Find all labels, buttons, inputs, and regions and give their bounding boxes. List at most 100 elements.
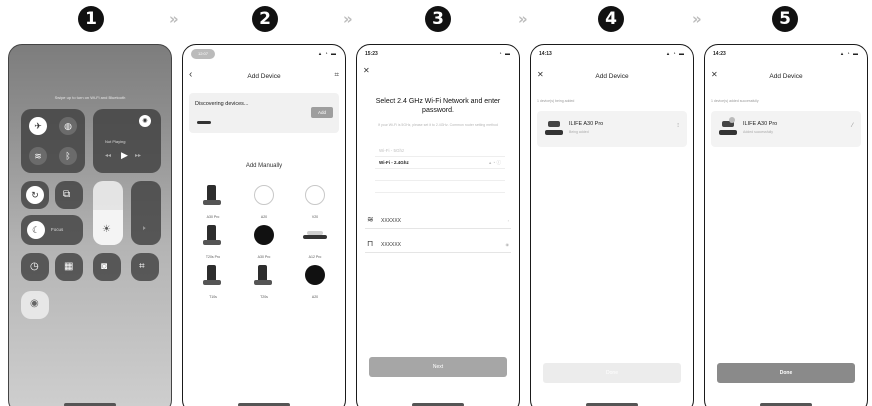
edit-icon[interactable]: ⁄ — [852, 123, 853, 129]
robot-vacuum-icon — [197, 121, 211, 124]
device-label: T20s — [260, 295, 268, 299]
phone-control-center: Swipe up to turn on Wi-Fi and Bluetooth … — [8, 44, 172, 406]
device-item[interactable]: T20s — [244, 265, 284, 299]
discovering-card: Discovering devices... Add — [189, 93, 339, 133]
now-playing-tile: ◉ Not Playing ◂◂ ▶ ▸▸ — [93, 109, 161, 173]
moon-icon: ☾ — [27, 221, 45, 239]
device-name: ILIFE A30 Pro — [743, 121, 778, 127]
calculator-icon: ▦ — [64, 261, 74, 272]
done-button[interactable]: Done — [543, 363, 681, 383]
step-number-1: 1 — [78, 6, 104, 32]
status-time: 14:13 — [539, 51, 552, 57]
rotation-lock-icon: ↻ — [26, 186, 44, 204]
page-title: Add Device — [247, 73, 281, 80]
device-item[interactable]: A12 Pro — [295, 225, 335, 259]
robot-vacuum-icon — [719, 121, 737, 135]
record-tile[interactable]: ◉ — [21, 291, 49, 319]
loading-icon: ⁝ — [677, 123, 679, 129]
status-time: 14:23 — [713, 51, 726, 57]
camera-icon: ◙ — [101, 261, 108, 272]
airplane-icon[interactable]: ✈ — [29, 117, 47, 135]
wifi-network-item[interactable]: Wi-Fi - 5Ghz — [375, 145, 505, 157]
success-badge-icon — [729, 117, 735, 123]
status-bar: 15:23 ◔ ▬ — [365, 51, 511, 59]
status-bar: 14:13 ▴ ◔ ▬ — [539, 51, 685, 59]
wifi-hint: If your Wi-Fi is 5GHz, please set it to … — [378, 123, 498, 127]
device-item[interactable]: A30 Pro — [244, 225, 284, 259]
done-button[interactable]: Done — [717, 363, 855, 383]
cellular-icon[interactable]: ◍ — [59, 117, 77, 135]
phone-device-added: 14:23 ▴ ◔ ▬ ✕ Add Device 1 device(s) add… — [704, 44, 868, 406]
separator-arrow: » — [518, 10, 528, 28]
device-label: T20s Pro — [205, 255, 221, 259]
now-playing-label: Not Playing — [105, 139, 126, 144]
camera-tile[interactable]: ◙ — [93, 253, 121, 281]
bluetooth-icon[interactable]: ᛒ — [59, 147, 77, 165]
qr-scan-tile[interactable]: ⌗ — [131, 253, 159, 281]
focus-tile[interactable]: ☾ Focus — [21, 215, 83, 245]
device-label: A30 Pro — [206, 215, 220, 219]
close-icon[interactable]: ✕ — [363, 67, 370, 75]
device-status: Being added — [569, 130, 589, 134]
status-time: 15:23 — [365, 51, 378, 57]
airplay-icon[interactable]: ◉ — [139, 115, 151, 127]
added-status: 1 device(s) added successfully — [711, 99, 759, 103]
screen-mirror-tile[interactable]: ⧉ — [55, 181, 83, 209]
step-number-3: 3 — [425, 6, 451, 32]
wifi-network-item[interactable] — [375, 169, 505, 181]
status-bar: 14:23 ▴ ◔ ▬ — [713, 51, 859, 59]
phone-wifi-setup: 15:23 ◔ ▬ ✕ Select 2.4 GHz Wi-Fi Network… — [356, 44, 520, 406]
record-icon: ◉ — [30, 298, 39, 309]
step-number-2: 2 — [252, 6, 278, 32]
ssid-field[interactable]: ≋ XXXXXX › — [365, 213, 511, 229]
wifi-network-item[interactable] — [375, 181, 505, 193]
wifi-network-item-selected[interactable]: Wi-Fi - 2.4Ghz ▴ ◔ ⓘ — [375, 157, 505, 169]
page-title: Add Device — [595, 73, 629, 80]
password-field[interactable]: ⊓ XXXXXX ◉ — [365, 237, 511, 253]
phone-adding-device: 14:13 ▴ ◔ ▬ ✕ Add Device 1 device(s) bei… — [530, 44, 694, 406]
brightness-slider[interactable]: ☀ — [93, 181, 123, 245]
page-title: Add Device — [769, 73, 803, 80]
device-item[interactable]: T10s — [193, 265, 233, 299]
device-item[interactable]: A30 Pro — [193, 185, 233, 219]
wifi-network-list: Wi-Fi - 5Ghz Wi-Fi - 2.4Ghz ▴ ◔ ⓘ — [375, 145, 505, 193]
add-button[interactable]: Add — [311, 107, 333, 118]
previous-icon[interactable]: ◂◂ — [105, 153, 111, 159]
signal-battery-icon: ▴ ◔ ▬ — [840, 51, 859, 57]
device-card[interactable]: ILIFE A30 Pro Added successfully ⁄ — [711, 111, 861, 147]
device-item[interactable]: V20 — [295, 185, 335, 219]
signal-battery-icon: ▴ ◔ ▬ — [318, 51, 337, 57]
status-bar: 12:07 ▴ ◔ ▬ — [191, 49, 337, 59]
device-name: ILIFE A30 Pro — [569, 121, 604, 127]
rotation-lock-tile[interactable]: ↻ — [21, 181, 49, 209]
next-icon[interactable]: ▸▸ — [135, 153, 141, 159]
separator-arrow: » — [169, 10, 179, 28]
wifi-icon: ≋ — [367, 215, 374, 224]
device-label: T10s — [209, 295, 217, 299]
device-item[interactable]: A20 — [244, 185, 284, 219]
signal-battery-icon: ◔ ▬ — [498, 51, 511, 57]
screen-mirror-icon: ⧉ — [63, 189, 71, 200]
device-label: A30 Pro — [257, 255, 271, 259]
next-button[interactable]: Next — [369, 357, 507, 377]
timer-tile[interactable]: ◷ — [21, 253, 49, 281]
adding-status: 1 device(s) being added — [537, 99, 575, 103]
robot-vacuum-icon — [545, 121, 563, 135]
device-item[interactable]: A20 — [295, 265, 335, 299]
wifi-icon[interactable]: ≋ — [29, 147, 47, 165]
step-number-4: 4 — [598, 6, 624, 32]
device-label: V20 — [311, 215, 319, 219]
discovering-label: Discovering devices... — [195, 101, 249, 107]
play-icon[interactable]: ▶ — [121, 151, 128, 160]
connectivity-tile: ✈ ◍ ≋ ᛒ — [21, 109, 85, 173]
device-label: A20 — [260, 215, 268, 219]
volume-slider[interactable]: 🕨 — [131, 181, 161, 245]
eye-icon[interactable]: ◉ — [506, 242, 510, 247]
device-label: A20 — [311, 295, 319, 299]
signal-battery-icon: ▴ ◔ ▬ — [666, 51, 685, 57]
scan-icon[interactable]: ⌗ — [334, 71, 339, 79]
device-item[interactable]: T20s Pro — [193, 225, 233, 259]
focus-label: Focus — [51, 227, 64, 232]
calculator-tile[interactable]: ▦ — [55, 253, 83, 281]
status-time: 12:07 — [191, 49, 215, 59]
